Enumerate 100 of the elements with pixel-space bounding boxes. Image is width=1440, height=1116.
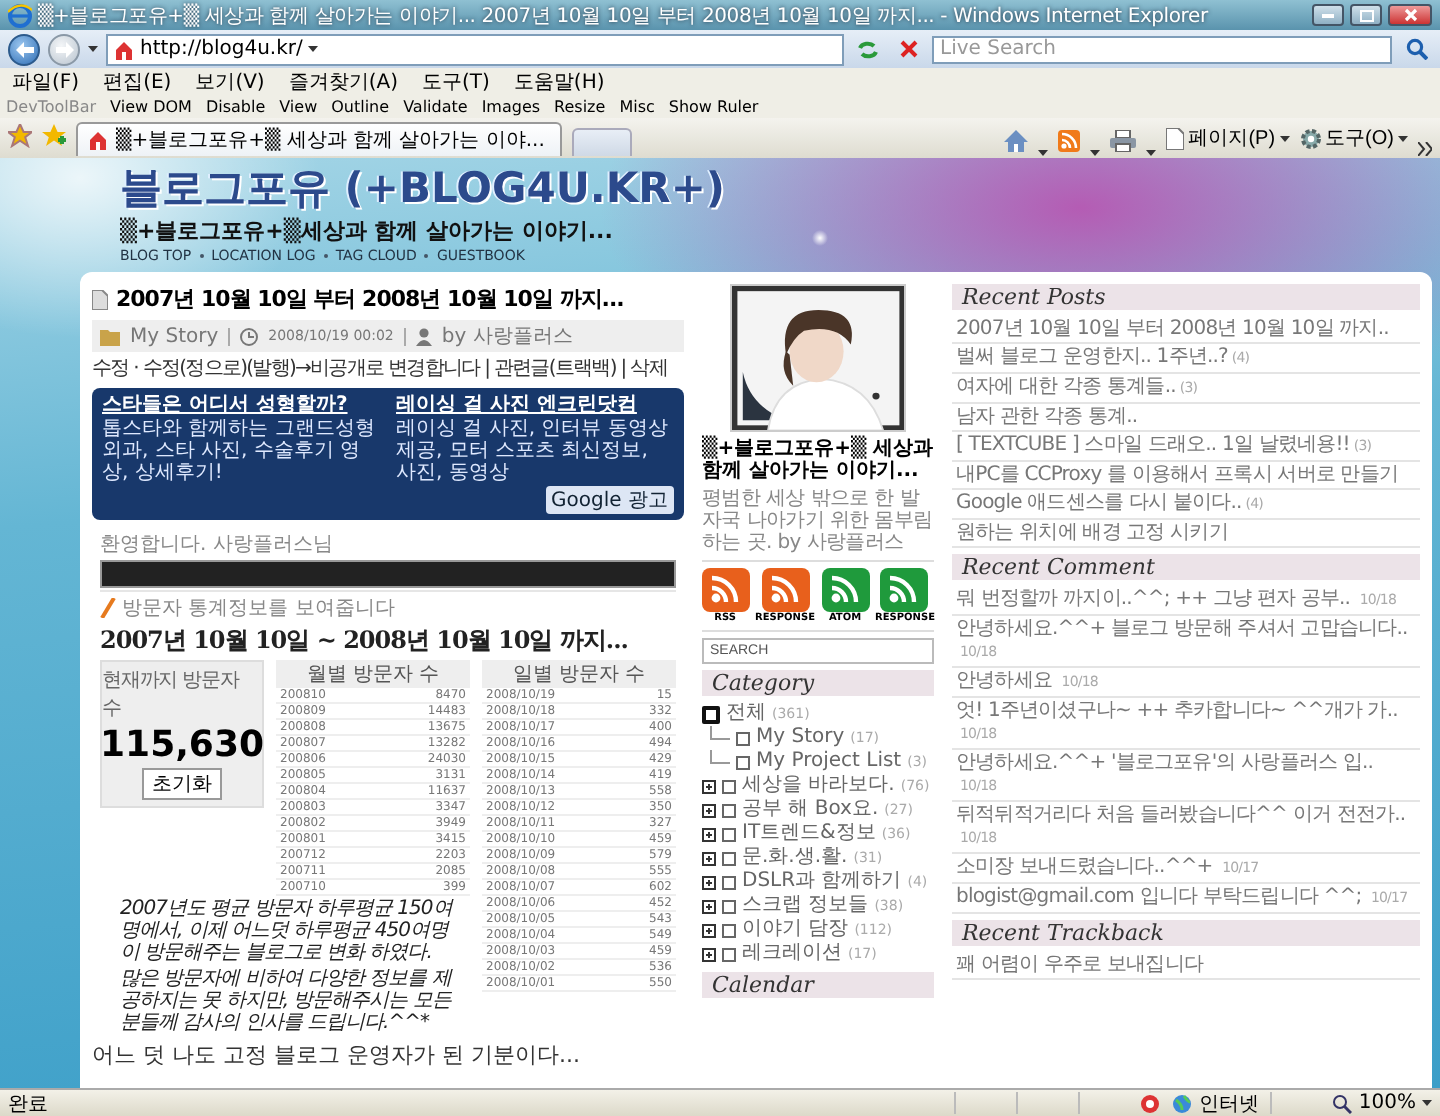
menu-item[interactable]: 파일(F): [12, 68, 80, 96]
recent-post-link[interactable]: 2007년 10월 10일 부터 2008년 10월 10일 까지..: [952, 316, 1420, 344]
category-item[interactable]: My Story: [756, 726, 845, 750]
toolbar-button[interactable]: Validate: [403, 98, 468, 116]
forward-arrow-icon: [55, 41, 73, 57]
minimize-icon: [1322, 13, 1334, 17]
feed-icon: [1058, 130, 1081, 152]
caret-icon: [1422, 1100, 1432, 1106]
menu-item[interactable]: 즐겨찾기(A): [288, 68, 398, 96]
close-icon: [1403, 8, 1417, 22]
toolbar-label: DevToolBar: [6, 98, 97, 116]
blog-subtitle: ▒+블로그포유+▒세상과 함께 살아가는 이야기...: [120, 216, 615, 246]
recent-post-link[interactable]: 원하는 위치에 배경 고정 시키기: [952, 520, 1420, 548]
document-icon: [92, 289, 108, 309]
address-field[interactable]: http://blog4u.kr/: [106, 33, 844, 65]
search-field[interactable]: Live Search: [932, 35, 1392, 63]
note-text: 2007년도 평균 방문자 하루평균 150여명에서, 이제 어느덧 하루평균 450여명이 방문해주는 블로그로 변화 하였다.: [120, 898, 456, 964]
category-link[interactable]: My Story: [130, 325, 219, 347]
reset-button[interactable]: 초기화: [142, 768, 222, 800]
column-header: 월별 방문자 수: [276, 660, 470, 688]
category-item[interactable]: 문.화.생.활.: [742, 846, 848, 870]
chevron-icon: [1418, 142, 1432, 156]
zoom-icon[interactable]: [1332, 1093, 1353, 1113]
section-heading: Recent Posts: [952, 284, 1420, 310]
expand-icon: [702, 923, 716, 937]
ad-text: 레이싱 걸 사진, 인터뷰 동영상 제공, 모터 스포츠 최신정보, 사진, 동영상: [396, 418, 670, 484]
ad-text: 톱스타와 함께하는 그랜드성형외과, 스타 사진, 수술후기 영상, 상세후기!: [102, 418, 377, 484]
back-button[interactable]: [8, 33, 40, 65]
category-item[interactable]: My Project List: [756, 750, 902, 774]
globe-icon: [1172, 1093, 1193, 1113]
browser-tab[interactable]: ▒+블로그포유+▒ 세상과 함께 살아가는 이야...: [76, 122, 563, 156]
zoom-level[interactable]: 100%: [1358, 1092, 1416, 1114]
recent-post-link[interactable]: 남자 관한 각종 통계..: [952, 404, 1420, 432]
category-item[interactable]: 전체: [726, 702, 766, 726]
star-icon: [8, 123, 32, 147]
blog-title[interactable]: 블로그포유 (+BLOG4U.KR+): [120, 164, 726, 214]
profile-description: 평범한 세상 밖으로 한 발자국 나아가기 위한 몸부림 하는 곳. by 사랑플러스: [702, 488, 934, 554]
toolbar-button[interactable]: Images: [481, 98, 541, 116]
clock-icon: [240, 327, 259, 345]
ad-label[interactable]: Google 광고: [545, 486, 674, 514]
post-text: 어느 덧 나도 고정 블로그 운영자가 된 기분이다...: [92, 1040, 582, 1070]
greeting-text: 환영합니다. 사랑플러스님: [100, 532, 335, 558]
favorites-button[interactable]: [8, 123, 32, 147]
category-item[interactable]: IT트렌드&정보: [742, 822, 876, 846]
feed-icon[interactable]: [821, 568, 869, 612]
toolbar-button[interactable]: View: [279, 98, 318, 116]
expand-icon: [702, 779, 716, 793]
star-plus-icon: [42, 123, 66, 147]
folder-icon: [100, 327, 120, 345]
print-button[interactable]: [1110, 130, 1137, 152]
person-icon: [415, 327, 432, 345]
expand-icon: [702, 851, 716, 865]
menu-item[interactable]: 도움말(H): [513, 68, 605, 96]
feed-icon[interactable]: [701, 568, 750, 612]
forward-button[interactable]: [48, 33, 80, 65]
new-tab-button[interactable]: [572, 128, 633, 156]
toolbar-button[interactable]: Disable: [205, 98, 266, 116]
maximize-button[interactable]: [1350, 4, 1382, 26]
home-button[interactable]: [1004, 130, 1029, 152]
category-item[interactable]: 스크랩 정보들: [742, 894, 869, 918]
expand-icon: [702, 875, 716, 889]
recent-post-link[interactable]: 내PC를 CCProxy 를 이용해서 프록시 서버로 만들기: [952, 462, 1420, 490]
close-button[interactable]: [1388, 4, 1432, 26]
toolbar-button[interactable]: View DOM: [110, 98, 192, 116]
category-item[interactable]: DSLR과 함께하기: [742, 870, 902, 894]
tools-menu-button[interactable]: 도구(O): [1299, 124, 1408, 152]
add-favorite-button[interactable]: [42, 123, 66, 147]
category-item[interactable]: 이야기 담장: [742, 918, 849, 942]
note-text: 많은 방문자에 비하여 다양한 정보를 제공하지는 못 하지만, 방문해주시는 모든 분들께 감사의 인사를 드립니다.^^*: [120, 968, 455, 1034]
slash-icon: [100, 598, 116, 618]
gear-icon: [1299, 127, 1322, 149]
toolbar-button[interactable]: Outline: [331, 98, 390, 116]
feed-icon[interactable]: [761, 568, 809, 612]
category-item[interactable]: 세상을 바라보다.: [742, 774, 895, 798]
category-item[interactable]: 레크레이션: [742, 942, 842, 966]
post-title[interactable]: 2007년 10월 10일 부터 2008년 10월 10일 까지...: [116, 284, 624, 314]
caret-icon: [88, 46, 98, 52]
menu-item[interactable]: 도구(T): [422, 68, 490, 96]
feeds-button[interactable]: [1058, 130, 1081, 152]
minimize-button[interactable]: [1312, 4, 1344, 26]
ad-title[interactable]: 레이싱 걸 사진 엔크린닷컴: [396, 394, 674, 418]
home-icon: [1004, 130, 1029, 152]
section-heading: Recent Comment: [952, 554, 1420, 580]
toolbar-button[interactable]: Resize: [554, 98, 606, 116]
trackback-link[interactable]: 꽤 어렴이 우주로 보내집니다: [952, 952, 1420, 980]
caret-icon: [308, 46, 319, 52]
expand-icon: [702, 947, 716, 961]
page-menu-button[interactable]: 페이지(P): [1166, 124, 1290, 152]
search-icon: [1405, 38, 1427, 60]
ad-title[interactable]: 스타들은 어디서 성형할까?: [102, 394, 380, 418]
category-item[interactable]: 공부 해 Box요.: [742, 798, 879, 822]
status-text: 완료: [8, 1091, 48, 1116]
printer-icon: [1110, 130, 1137, 152]
menu-item[interactable]: 보기(V): [195, 68, 265, 96]
browser-logo-icon: [8, 3, 32, 27]
feed-icon[interactable]: [880, 568, 929, 612]
admin-links[interactable]: 수정 · 수정(정으로)(발행)→비공개로 변경합니다 | 관련글(트랙백) | 삭제: [92, 358, 684, 382]
menu-item[interactable]: 편집(E): [103, 68, 172, 96]
toolbar-button[interactable]: Misc: [619, 98, 655, 116]
toolbar-button[interactable]: Show Ruler: [668, 98, 759, 116]
